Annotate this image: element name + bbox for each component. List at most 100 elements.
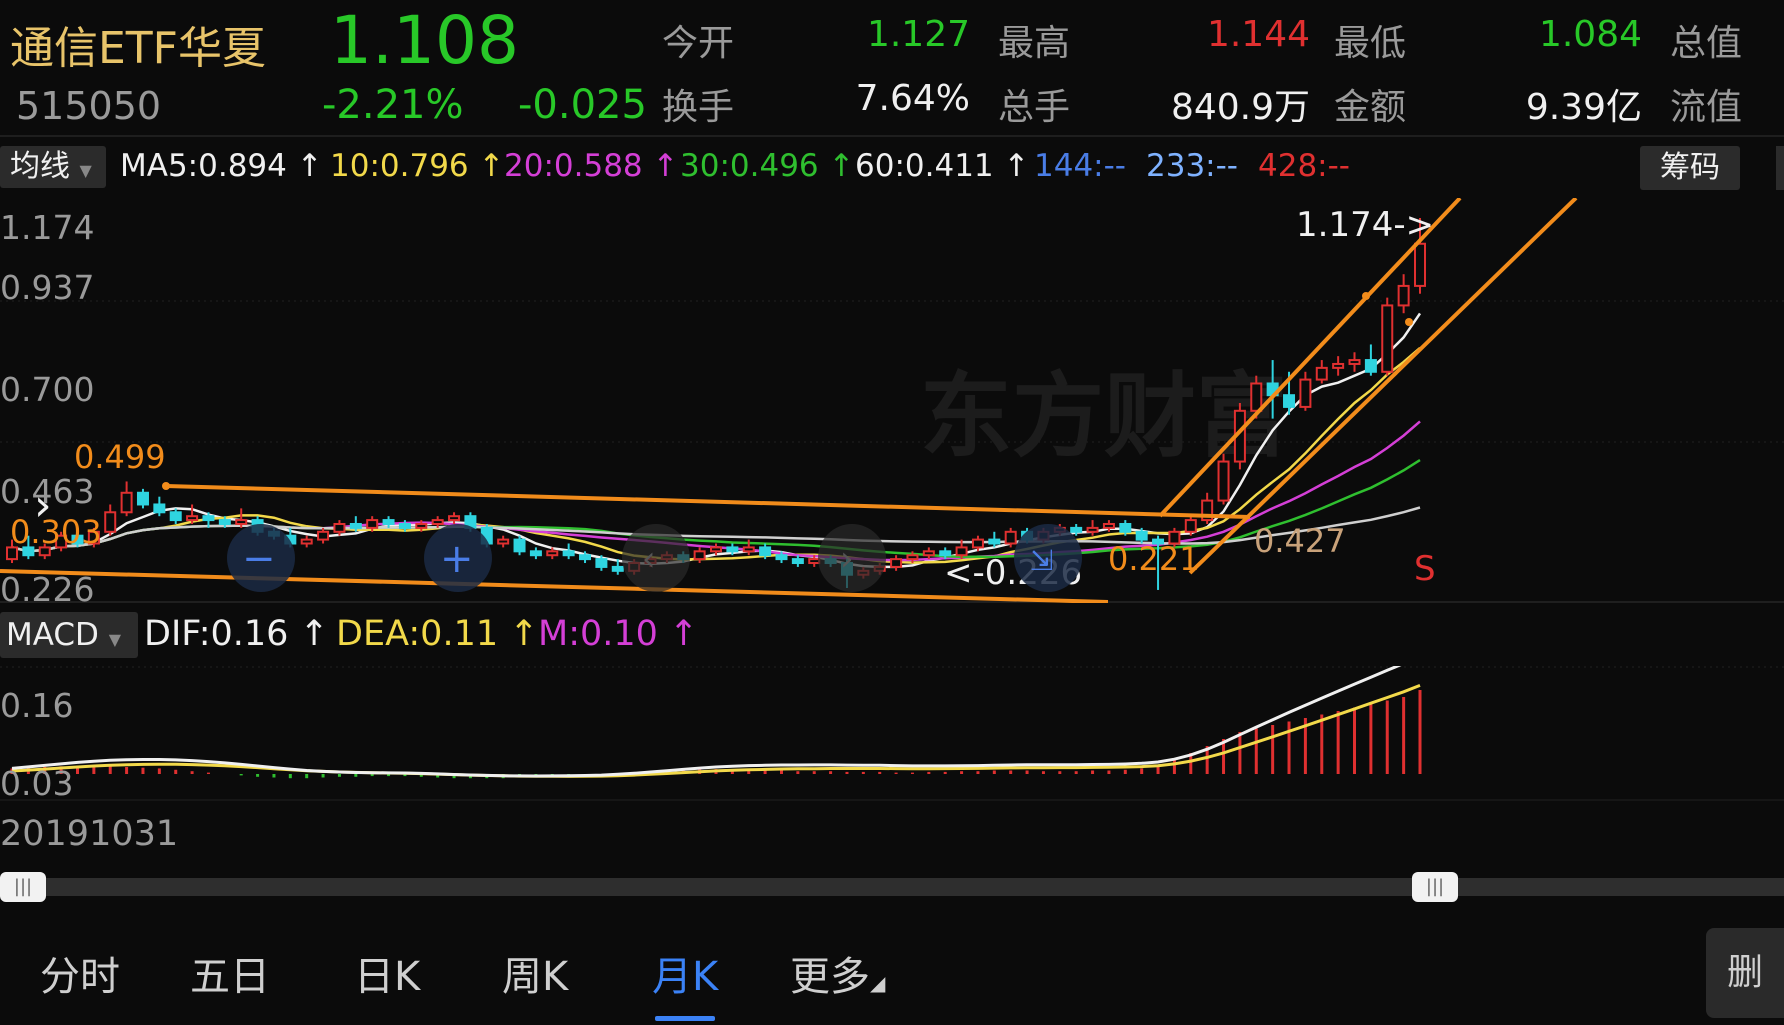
tab-monthly-k[interactable]: 月K bbox=[652, 944, 718, 1002]
candle-body[interactable] bbox=[1332, 362, 1345, 369]
label-volume: 总手 bbox=[998, 87, 1071, 128]
trendline-anchor[interactable] bbox=[162, 482, 170, 490]
candle-body[interactable] bbox=[513, 538, 526, 553]
candle-body[interactable] bbox=[120, 491, 133, 514]
candle-body[interactable] bbox=[1086, 526, 1099, 533]
candle-body[interactable] bbox=[349, 522, 362, 529]
candle-body[interactable] bbox=[710, 546, 722, 553]
sell-signal: S bbox=[1414, 549, 1436, 589]
candle-body[interactable] bbox=[169, 511, 182, 522]
candle-body[interactable] bbox=[775, 554, 788, 561]
candle-body[interactable] bbox=[1135, 530, 1148, 541]
value-amount: 9.39亿 bbox=[1525, 87, 1642, 128]
indicator-selector-button[interactable]: MACD ▼ bbox=[0, 612, 138, 658]
candle-body[interactable] bbox=[333, 522, 346, 533]
candle-body[interactable] bbox=[890, 558, 903, 568]
candle-body[interactable] bbox=[186, 515, 199, 522]
candle-body[interactable] bbox=[726, 546, 739, 553]
left-low-label: 0.303 bbox=[10, 513, 102, 551]
mid-value-label: 0.427 bbox=[1254, 522, 1346, 560]
candle-body[interactable] bbox=[971, 538, 984, 549]
candle-body[interactable] bbox=[366, 519, 379, 529]
ma5-value: MA5:0.894 ↑ bbox=[120, 148, 323, 184]
tab-daily-k[interactable]: 日K bbox=[354, 944, 420, 1002]
candle-body[interactable] bbox=[1364, 359, 1377, 373]
candle-body[interactable] bbox=[1184, 519, 1197, 533]
ma20-value: 20:0.588 ↑ bbox=[504, 148, 679, 184]
tab-five-day[interactable]: 五日 bbox=[190, 944, 270, 1002]
candle-body[interactable] bbox=[448, 515, 461, 522]
candle-body[interactable] bbox=[791, 558, 804, 565]
candle-body[interactable] bbox=[1217, 460, 1230, 502]
price-axis-label: 0.700 bbox=[0, 370, 95, 409]
ma60-value: 60:0.411 ↑ bbox=[855, 148, 1030, 184]
candle-body[interactable] bbox=[1397, 284, 1410, 307]
value-low: 1.084 bbox=[1538, 14, 1642, 55]
price-axis-label: 1.174 bbox=[0, 208, 95, 247]
range-handle-right[interactable]: ||| bbox=[1412, 872, 1458, 902]
trendline-anchor[interactable] bbox=[1362, 292, 1370, 300]
candle-body[interactable] bbox=[153, 503, 166, 514]
mid-low-label: 0.221 bbox=[1108, 540, 1200, 578]
candle-body[interactable] bbox=[317, 530, 330, 541]
candle-body[interactable] bbox=[235, 519, 248, 525]
macd-chart[interactable] bbox=[0, 666, 1784, 802]
candle-body[interactable] bbox=[529, 550, 542, 557]
candle-body[interactable] bbox=[922, 550, 935, 557]
candle-body[interactable] bbox=[1283, 394, 1296, 408]
left-high-label: 0.499 bbox=[74, 438, 166, 476]
label-open: 今开 bbox=[662, 23, 735, 64]
candle-body[interactable] bbox=[595, 558, 608, 568]
tab-weekly-k[interactable]: 周K bbox=[502, 944, 568, 1002]
watermark: 东方财富 bbox=[920, 363, 1288, 470]
candle-body[interactable] bbox=[611, 565, 624, 572]
candle-body[interactable] bbox=[742, 546, 755, 553]
label-amount: 金额 bbox=[1334, 87, 1407, 128]
indicator-label: MACD bbox=[6, 617, 99, 653]
candle-body[interactable] bbox=[1348, 359, 1361, 365]
candle-body[interactable] bbox=[300, 538, 313, 545]
candle-body[interactable] bbox=[1119, 522, 1132, 533]
candle-body[interactable] bbox=[988, 538, 1001, 545]
candle-body[interactable] bbox=[579, 554, 592, 561]
ma10-value: 10:0.796 ↑ bbox=[330, 148, 505, 184]
candle-body[interactable] bbox=[906, 554, 919, 561]
tab-more-label: 更多 bbox=[790, 954, 870, 1000]
edge-tab[interactable] bbox=[1776, 146, 1784, 190]
chip-distribution-button[interactable]: 筹码 bbox=[1640, 146, 1740, 190]
candle-body[interactable] bbox=[1102, 522, 1115, 529]
tab-more[interactable]: 更多◢ bbox=[790, 944, 885, 1002]
candle-body[interactable] bbox=[431, 519, 444, 525]
tab-intraday[interactable]: 分时 bbox=[40, 944, 120, 1002]
candle-body[interactable] bbox=[1414, 242, 1426, 287]
candle-body[interactable] bbox=[1070, 526, 1083, 533]
candle-body[interactable] bbox=[693, 550, 706, 561]
scroll-left-button[interactable] bbox=[622, 524, 690, 592]
ma144-value: 144:-- bbox=[1034, 148, 1126, 184]
ma-selector-button[interactable]: 均线 ▼ bbox=[0, 146, 106, 188]
candle-body[interactable] bbox=[1250, 382, 1263, 412]
range-handle-left[interactable]: ||| bbox=[0, 872, 46, 902]
candle-body[interactable] bbox=[1299, 378, 1312, 408]
candle-body[interactable] bbox=[546, 550, 559, 557]
delete-button[interactable]: 删 bbox=[1706, 928, 1784, 1018]
candle-body[interactable] bbox=[1004, 530, 1017, 545]
candle-body[interactable] bbox=[1315, 366, 1328, 381]
candle-body[interactable] bbox=[104, 511, 117, 533]
candle-body[interactable] bbox=[808, 558, 821, 565]
active-tab-indicator bbox=[655, 1016, 715, 1021]
candle-body[interactable] bbox=[1381, 304, 1394, 373]
candle-body[interactable] bbox=[202, 515, 215, 522]
candle-body[interactable] bbox=[759, 546, 772, 557]
trendline-anchor[interactable] bbox=[1405, 318, 1413, 326]
value-high: 1.144 bbox=[1206, 14, 1310, 55]
candle-body[interactable] bbox=[497, 538, 510, 545]
candle-body[interactable] bbox=[415, 522, 428, 529]
candle-body[interactable] bbox=[218, 519, 231, 525]
candle-body[interactable] bbox=[398, 522, 411, 529]
candle-body[interactable] bbox=[382, 519, 395, 525]
candlestick-chart[interactable]: 东方财富 0.499 0.303 1.174-> <-0.226 0.221 0… bbox=[0, 198, 1784, 603]
range-scrollbar[interactable] bbox=[0, 878, 1784, 896]
candle-body[interactable] bbox=[136, 491, 149, 506]
candle-body[interactable] bbox=[562, 550, 575, 557]
